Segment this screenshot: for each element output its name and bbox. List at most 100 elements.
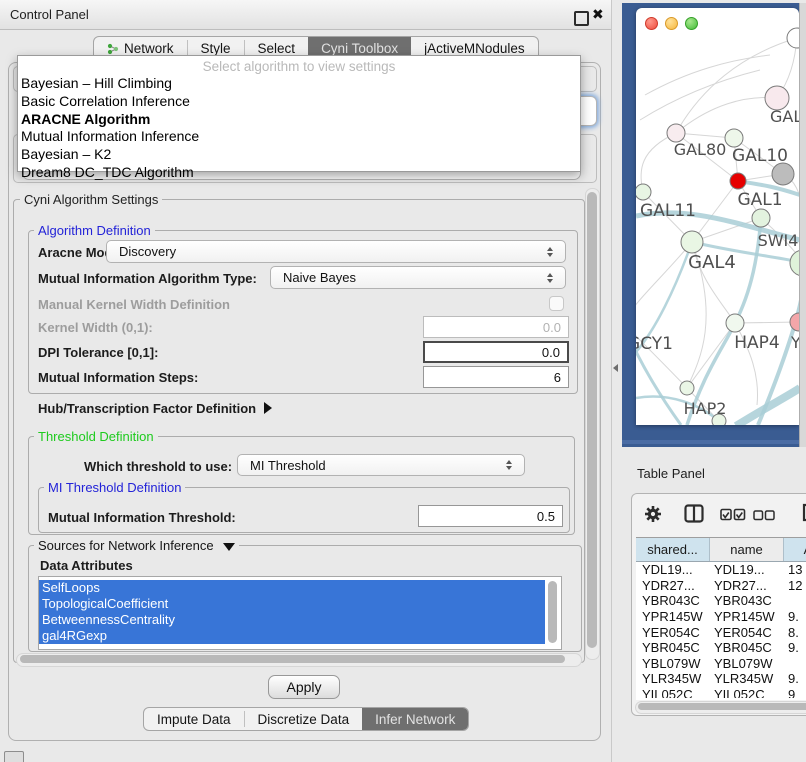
float-panel-icon[interactable]: [574, 11, 589, 26]
combo-spinner-icon: [547, 247, 553, 257]
list-item[interactable]: gal4RGexp: [39, 628, 545, 644]
table-horizontal-scrollbar-thumb[interactable]: [638, 703, 806, 710]
node-label: HAP2: [684, 399, 727, 418]
data-attributes-list[interactable]: SelfLoops TopologicalCoefficient Between…: [38, 576, 562, 650]
close-panel-icon[interactable]: ✖: [592, 6, 604, 23]
table-row[interactable]: YLR345W YLR345W 9.: [636, 671, 806, 687]
column-header-shared[interactable]: shared...: [636, 538, 710, 561]
node: [752, 209, 770, 227]
sources-title-row[interactable]: Sources for Network Inference: [34, 538, 239, 553]
node-table[interactable]: shared... name A YDL19... YDL19... 13: [636, 537, 806, 700]
column-header-extra[interactable]: A: [784, 538, 806, 561]
hub-definition-expander[interactable]: Hub/Transcription Factor Definition: [38, 400, 272, 416]
apply-button[interactable]: Apply: [268, 675, 340, 699]
control-panel-title: Control Panel: [10, 7, 89, 22]
panel-splitter[interactable]: [612, 0, 622, 762]
dropdown-item[interactable]: Basic Correlation Inference: [18, 91, 580, 109]
column-layout-icon[interactable]: [684, 504, 704, 523]
combo-spinner-icon: [547, 273, 553, 283]
network-icon: [107, 43, 119, 55]
mi-type-label: Mutual Information Algorithm Type:: [38, 271, 257, 286]
control-panel-titlebar: Control Panel ✖: [0, 0, 611, 30]
screen: Control Panel ✖ Network Style Select Cyn…: [0, 0, 806, 762]
table-panel: Table Panel: [622, 447, 806, 762]
gear-icon[interactable]: [644, 505, 662, 523]
data-attributes-label: Data Attributes: [40, 558, 133, 573]
table-body: YDL19... YDL19... 13 YDR27... YDR27... 1…: [636, 562, 806, 698]
node: [730, 173, 746, 189]
tab-discretize-data[interactable]: Discretize Data: [245, 708, 363, 730]
network-view-frame: GAL7 GAL80 GAL10 GAL1 GAL11 SWI4 GAL4 GC…: [622, 3, 799, 447]
table-row[interactable]: YBR043C YBR043C: [636, 593, 806, 609]
table-row[interactable]: YDL19... YDL19... 13: [636, 562, 806, 578]
node: [725, 129, 743, 147]
splitter-collapse-icon[interactable]: [613, 364, 618, 372]
dropdown-item[interactable]: ARACNE Algorithm: [18, 109, 580, 127]
table-header-row: shared... name A: [636, 538, 806, 562]
list-item[interactable]: SelfLoops: [39, 580, 545, 596]
node-label: GAL4: [688, 252, 736, 273]
table-row[interactable]: YBL079W YBL079W: [636, 656, 806, 672]
which-threshold-label: Which threshold to use:: [84, 459, 232, 474]
column-header-name[interactable]: name: [710, 538, 784, 561]
tab-infer-network[interactable]: Infer Network: [362, 708, 468, 730]
dropdown-item[interactable]: Bayesian – K2: [18, 144, 580, 162]
combo-spinner-icon: [506, 460, 512, 470]
node: [636, 184, 651, 200]
node-label: GAL11: [640, 201, 696, 221]
node-labels: GAL7 GAL80 GAL10 GAL1 GAL11 SWI4 GAL4 GC…: [636, 107, 799, 418]
window-close-icon[interactable]: [645, 17, 658, 30]
new-document-icon[interactable]: [802, 503, 806, 522]
mi-steps-field[interactable]: 6: [423, 366, 569, 388]
dropdown-item[interactable]: Mutual Information Inference: [18, 127, 580, 144]
node-label: GAL80: [674, 140, 727, 159]
table-toolbar: [632, 494, 806, 534]
list-vertical-scrollbar[interactable]: [548, 581, 557, 643]
table-panel-box: shared... name A YDL19... YDL19... 13: [631, 493, 806, 716]
mi-threshold-field[interactable]: 0.5: [418, 505, 563, 527]
table-row[interactable]: YPR145W YPR145W 9.: [636, 609, 806, 625]
node-label: GCY1: [636, 334, 673, 354]
dpi-tolerance-label: DPI Tolerance [0,1]:: [38, 345, 158, 360]
unselect-all-icon[interactable]: [753, 510, 775, 521]
algorithm-definition-title: Algorithm Definition: [34, 223, 155, 238]
node: [681, 231, 703, 253]
table-row[interactable]: YBR045C YBR045C 9.: [636, 640, 806, 656]
settings-vertical-scrollbar-thumb[interactable]: [587, 192, 597, 648]
network-frame-bottom-strip: [622, 440, 799, 444]
node: [790, 313, 799, 331]
window-zoom-icon[interactable]: [685, 17, 698, 30]
dpi-tolerance-field[interactable]: 0.0: [423, 341, 569, 363]
aracne-mode-combo[interactable]: Discovery: [106, 240, 566, 263]
table-row[interactable]: YER054C YER054C 8.: [636, 624, 806, 640]
threshold-definition-title: Threshold Definition: [34, 429, 158, 444]
table-row[interactable]: YIL052C YIL052C 9: [636, 687, 806, 698]
node: [772, 163, 794, 185]
mi-steps-label: Mutual Information Steps:: [38, 370, 198, 385]
collapsed-panel-icon[interactable]: [4, 751, 24, 762]
network-canvas-window[interactable]: GAL7 GAL80 GAL10 GAL1 GAL11 SWI4 GAL4 GC…: [636, 8, 799, 425]
manual-kernel-checkbox[interactable]: [549, 296, 564, 311]
mi-threshold-label: Mutual Information Threshold:: [48, 510, 236, 525]
manual-kernel-label: Manual Kernel Width Definition: [38, 297, 230, 312]
list-item[interactable]: TopologicalCoefficient: [39, 596, 545, 612]
node-label: GAL7: [770, 107, 799, 126]
which-threshold-combo[interactable]: MI Threshold: [237, 454, 525, 476]
node-label: Y: [790, 333, 799, 352]
tab-impute-data[interactable]: Impute Data: [144, 708, 244, 730]
list-item[interactable]: BetweennessCentrality: [39, 612, 545, 628]
right-edge-strip: [799, 3, 806, 447]
select-all-icon[interactable]: [720, 508, 746, 521]
settings-horizontal-scrollbar-thumb[interactable]: [20, 655, 565, 663]
dropdown-item[interactable]: Bayesian – Hill Climbing: [18, 74, 580, 91]
mi-threshold-title: MI Threshold Definition: [44, 480, 185, 495]
node-label: GAL1: [737, 190, 782, 210]
mi-type-combo[interactable]: Naive Bayes: [270, 266, 566, 289]
dropdown-item[interactable]: Dream8 DC_TDC Algorithm: [18, 162, 580, 180]
nodes[interactable]: [636, 28, 799, 425]
window-minimize-icon[interactable]: [665, 17, 678, 30]
kernel-width-field[interactable]: 0.0: [423, 316, 569, 338]
control-panel: Control Panel ✖ Network Style Select Cyn…: [0, 0, 612, 762]
network-graph[interactable]: GAL7 GAL80 GAL10 GAL1 GAL11 SWI4 GAL4 GC…: [636, 8, 799, 425]
table-row[interactable]: YDR27... YDR27... 12: [636, 578, 806, 594]
